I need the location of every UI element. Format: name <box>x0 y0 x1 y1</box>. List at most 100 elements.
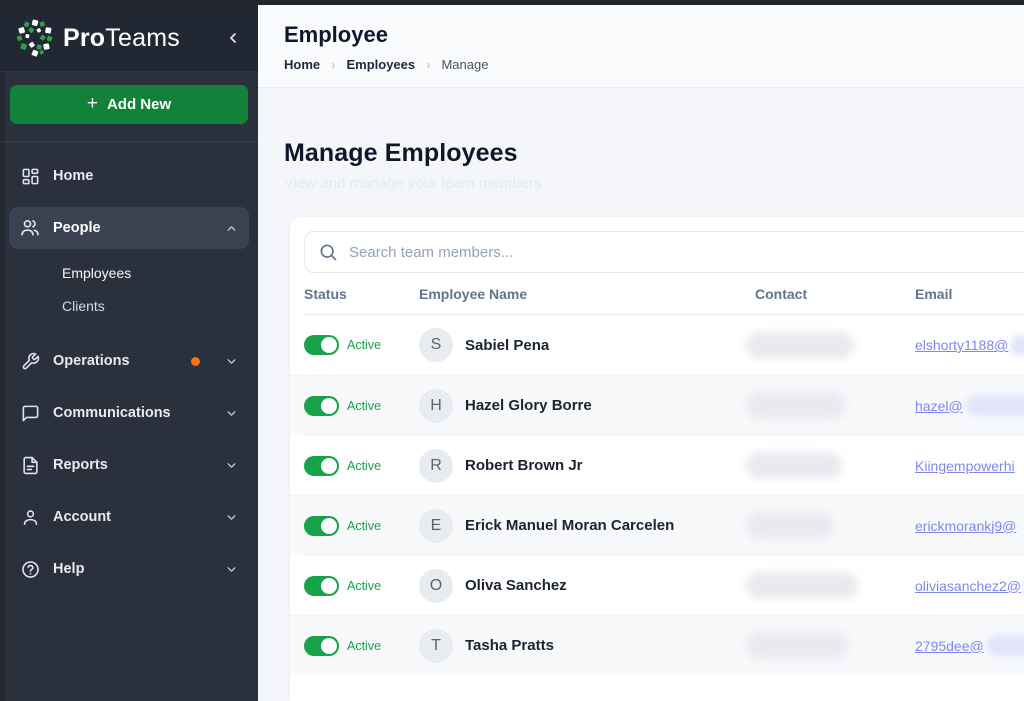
redacted-contact <box>746 392 846 419</box>
name-cell: E Erick Manuel Moran Carcelen <box>419 509 755 543</box>
column-header-status: Status <box>304 286 419 302</box>
sidebar-item-people[interactable]: People <box>9 207 249 249</box>
people-submenu: Employees Clients <box>9 257 249 331</box>
table-header: Status Employee Name Contact Email <box>304 286 1024 315</box>
status-cell: Active <box>304 636 419 656</box>
add-new-button[interactable]: + Add New <box>10 85 248 124</box>
status-cell: Active <box>304 335 419 355</box>
sidebar-collapse-button[interactable] <box>222 27 244 49</box>
breadcrumb-employees[interactable]: Employees <box>346 57 415 72</box>
section-subheading: View and manage your team members <box>284 175 1024 192</box>
redacted-contact <box>746 572 858 599</box>
avatar: H <box>419 389 453 423</box>
main-area: Employee Home › Employees › Manage Manag… <box>258 0 1024 701</box>
status-cell: Active <box>304 516 419 536</box>
sidebar-item-label: Communications <box>53 405 171 421</box>
sidebar-item-label: Reports <box>53 457 108 473</box>
brand-name: ProTeams <box>63 24 180 53</box>
email-cell: oliviasanchez2@ <box>915 575 1024 596</box>
avatar: R <box>419 449 453 483</box>
status-toggle[interactable] <box>304 396 339 416</box>
chevron-down-icon <box>225 563 238 576</box>
status-label: Active <box>347 459 381 473</box>
sidebar-item-reports[interactable]: Reports <box>9 444 249 486</box>
chevron-down-icon <box>225 355 238 368</box>
email-link[interactable]: hazel@ <box>915 398 963 414</box>
email-link[interactable]: elshorty1188@ <box>915 337 1008 353</box>
window-top-edge <box>0 0 1024 5</box>
breadcrumb: Home › Employees › Manage <box>284 57 998 72</box>
page-header: Employee Home › Employees › Manage <box>258 5 1024 88</box>
chat-bubble-icon <box>20 403 40 423</box>
status-label: Active <box>347 639 381 653</box>
chevron-down-icon <box>225 407 238 420</box>
email-link[interactable]: 2795dee@ <box>915 638 984 654</box>
name-cell: R Robert Brown Jr <box>419 449 755 483</box>
table-row: Active E Erick Manuel Moran Carcelen eri… <box>290 495 1024 555</box>
name-cell: S Sabiel Pena <box>419 328 755 362</box>
help-circle-icon <box>20 559 40 579</box>
status-toggle[interactable] <box>304 456 339 476</box>
employee-name: Hazel Glory Borre <box>465 397 592 414</box>
email-link[interactable]: erickmorankj9@ <box>915 518 1016 534</box>
email-link[interactable]: Kiingempowerhi <box>915 458 1015 474</box>
status-cell: Active <box>304 576 419 596</box>
email-cell: 2795dee@ <box>915 635 1024 656</box>
table-row: Active O Oliva Sanchez oliviasanchez2@ <box>304 555 1024 615</box>
contact-cell <box>755 392 915 419</box>
sidebar-item-operations[interactable]: Operations <box>9 340 249 382</box>
table-row: Active T Tasha Pratts 2795dee@ <box>290 615 1024 675</box>
contact-cell <box>755 452 915 479</box>
toggle-knob <box>321 458 337 474</box>
email-cell: hazel@ <box>915 395 1024 416</box>
status-cell: Active <box>304 396 419 416</box>
proteams-logo-icon <box>16 19 54 57</box>
search-input[interactable] <box>304 231 1024 273</box>
chevron-right-icon: › <box>426 57 430 72</box>
sidebar-subitem-employees[interactable]: Employees <box>62 257 249 290</box>
status-toggle[interactable] <box>304 335 339 355</box>
redacted-email-domain <box>966 395 1024 416</box>
avatar: O <box>419 569 453 603</box>
name-cell: O Oliva Sanchez <box>419 569 755 603</box>
email-link[interactable]: oliviasanchez2@ <box>915 578 1021 594</box>
employee-name: Erick Manuel Moran Carcelen <box>465 517 674 534</box>
contact-cell <box>755 332 915 359</box>
sidebar-item-label: People <box>53 220 101 236</box>
status-toggle[interactable] <box>304 636 339 656</box>
avatar: T <box>419 629 453 663</box>
status-label: Active <box>347 519 381 533</box>
sidebar-nav: Home People Employees Clients Operations <box>0 142 258 600</box>
toggle-knob <box>321 578 337 594</box>
sidebar-item-communications[interactable]: Communications <box>9 392 249 434</box>
status-toggle[interactable] <box>304 516 339 536</box>
sidebar-item-help[interactable]: Help <box>9 548 249 590</box>
employee-name: Oliva Sanchez <box>465 577 567 594</box>
toggle-knob <box>321 638 337 654</box>
redacted-contact <box>746 512 834 539</box>
page-title: Employee <box>284 22 998 48</box>
chevron-down-icon <box>225 459 238 472</box>
employee-name: Tasha Pratts <box>465 637 554 654</box>
sidebar-item-label: Help <box>53 561 84 577</box>
sidebar-item-label: Home <box>53 168 93 184</box>
sidebar-item-home[interactable]: Home <box>9 155 249 197</box>
redacted-contact <box>746 632 848 659</box>
sidebar: ProTeams + Add New Home People Em <box>0 0 258 701</box>
redacted-email-domain <box>987 635 1024 656</box>
breadcrumb-home[interactable]: Home <box>284 57 320 72</box>
chevron-down-icon <box>225 511 238 524</box>
email-cell: Kiingempowerhi <box>915 458 1024 474</box>
status-label: Active <box>347 338 381 352</box>
users-icon <box>20 218 40 238</box>
avatar: E <box>419 509 453 543</box>
add-new-section: + Add New <box>0 72 258 142</box>
sidebar-item-label: Account <box>53 509 111 525</box>
sidebar-subitem-clients[interactable]: Clients <box>62 290 249 323</box>
search-bar <box>304 231 1024 273</box>
status-toggle[interactable] <box>304 576 339 596</box>
sidebar-item-account[interactable]: Account <box>9 496 249 538</box>
report-document-icon <box>20 455 40 475</box>
notification-dot <box>191 357 200 366</box>
contact-cell <box>755 572 915 599</box>
